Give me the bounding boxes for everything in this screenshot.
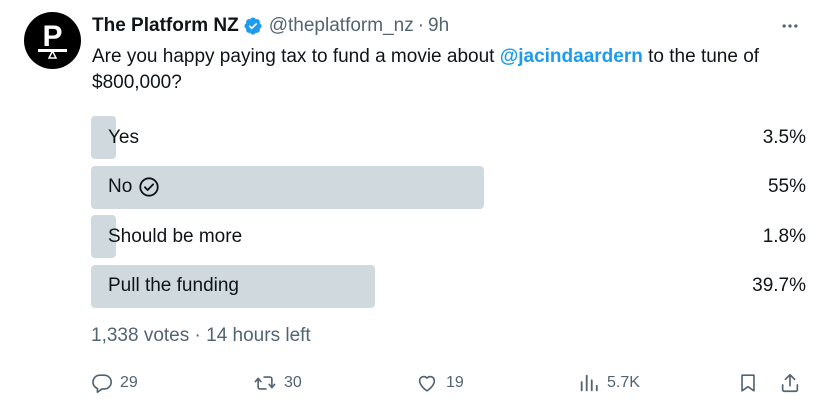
bookmark-icon [737,372,759,394]
poll-option-label: Pull the funding [108,265,239,308]
avatar-letter: P [42,20,62,53]
reply-button[interactable]: 29 [91,368,138,398]
platform-logo-icon: P [38,20,67,59]
mention-link[interactable]: @jacindaardern [500,46,643,67]
tweet-header: The Platform NZ @theplatform_nz · 9h [92,12,449,40]
poll-option-text: No [108,176,133,197]
check-circle-icon [138,176,160,198]
views-button[interactable]: 5.7K [578,368,640,398]
poll-option-percent: 39.7% [752,275,806,296]
handle[interactable]: @theplatform_nz [269,15,414,37]
views-icon [578,372,600,394]
poll-option-percent: 55% [767,176,806,197]
share-icon [779,372,801,394]
header-separator: · [417,15,425,36]
like-count: 19 [446,374,464,391]
poll-option-pull-the-funding[interactable]: Pull the funding 39.7% [91,264,806,308]
tweet[interactable]: P The Platform NZ @theplatform_nz · 9h A… [0,0,824,414]
views-count: 5.7K [607,374,640,391]
poll-meta: 1,338 votes · 14 hours left [91,325,311,346]
share-button[interactable] [779,368,801,398]
display-name[interactable]: The Platform NZ [92,15,239,37]
timestamp[interactable]: 9h [428,15,449,37]
reply-count: 29 [120,374,138,391]
repost-icon [253,372,277,394]
poll-option-no[interactable]: No 55% [91,165,806,209]
repost-button[interactable]: 30 [253,368,302,398]
tweet-text: Are you happy paying tax to fund a movie… [92,44,792,96]
heart-icon [415,372,439,394]
action-bar: 29 30 19 5.7K [91,368,806,398]
poll-option-label: No [108,166,160,209]
reply-icon [91,372,113,394]
poll-option-label: Should be more [108,215,242,258]
poll-option-percent: 3.5% [762,126,806,148]
like-button[interactable]: 19 [415,368,464,398]
poll-option-should-be-more[interactable]: Should be more 1.8% [91,215,806,258]
tweet-text-before: Are you happy paying tax to fund a movie… [92,46,500,67]
poll-option-percent: 1.8% [762,225,806,247]
poll-option-text: Pull the funding [108,275,239,296]
verified-badge-icon [243,16,263,36]
poll-option-yes[interactable]: Yes 3.5% [91,116,806,159]
poll-option-text: Should be more [108,225,243,247]
bookmark-button[interactable] [737,368,759,398]
more-icon[interactable] [778,14,802,38]
repost-count: 30 [284,374,302,391]
avatar[interactable]: P [24,12,81,69]
poll: Yes 3.5% No 55% Should be more 1.8% Pull… [91,116,806,314]
poll-option-text: Yes [108,126,139,148]
poll-option-label: Yes [108,116,139,159]
